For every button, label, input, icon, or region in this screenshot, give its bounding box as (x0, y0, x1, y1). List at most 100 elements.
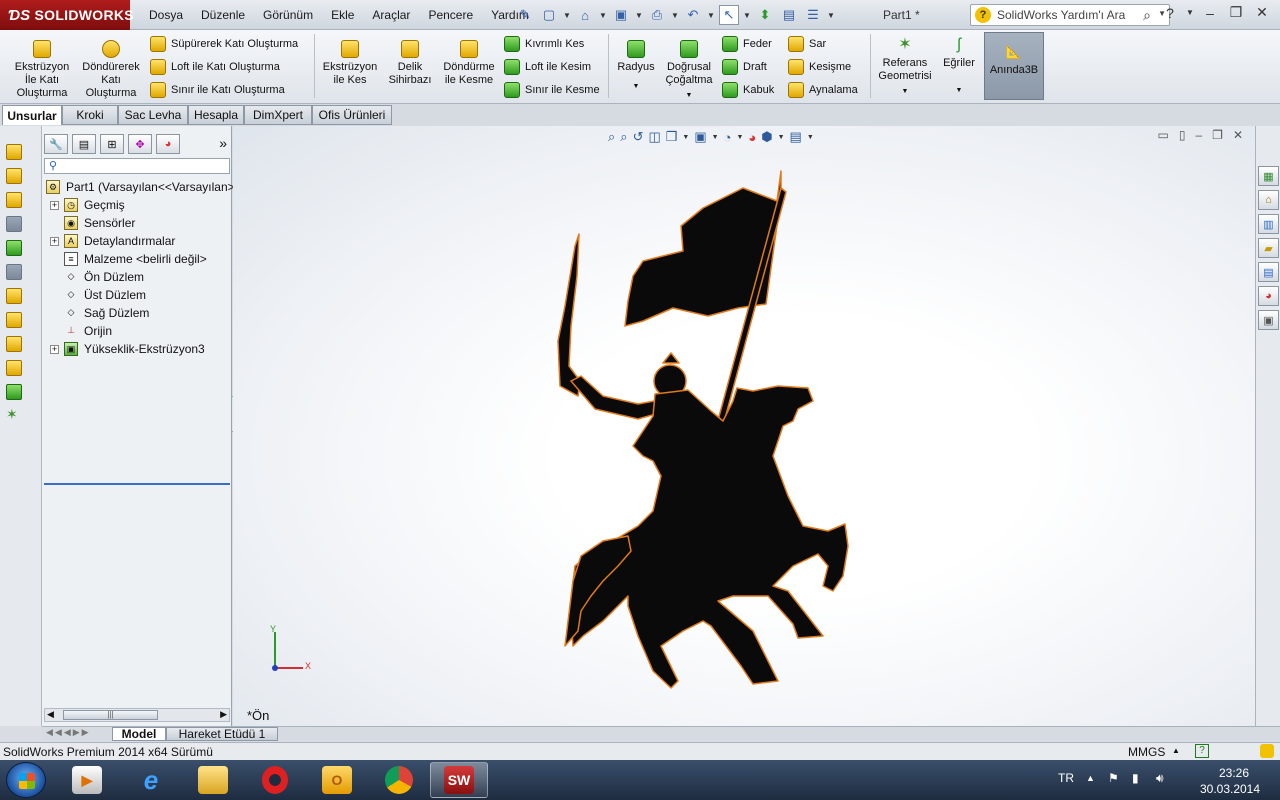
tab-dimxpert[interactable]: DimXpert (244, 105, 312, 125)
fillet-button[interactable]: Radyus ▼ (614, 40, 658, 93)
chevron-down-icon[interactable]: ▼ (563, 11, 571, 20)
scroll-right-icon[interactable]: ▶ (220, 709, 227, 720)
boundary-cut-button[interactable]: Sınır ile Kesme (504, 82, 600, 98)
search-icon[interactable]: ⌕ (1143, 7, 1151, 24)
tab-office-products[interactable]: Ofis Ürünleri (312, 105, 392, 125)
tree-item-right-plane[interactable]: ◇ Sağ Düzlem (44, 304, 230, 322)
hole-wizard-button[interactable]: Delik Sihirbazı (384, 40, 436, 87)
extrude-cut-icon[interactable] (6, 192, 22, 208)
tree-item-material[interactable]: ≡ Malzeme <belirli değil> (44, 250, 230, 268)
draft-icon[interactable] (6, 384, 22, 400)
sweep-boss-button[interactable]: Süpürerek Katı Oluşturma (150, 36, 298, 52)
tag-icon[interactable] (1260, 744, 1274, 758)
minimize-icon[interactable]: – (1200, 5, 1220, 21)
search-input[interactable]: SolidWorks Yardım'ı Ara (997, 8, 1125, 22)
tab-motion-study[interactable]: Hareket Etüdü 1 (166, 727, 278, 741)
appearances-icon[interactable]: ◕ (1258, 286, 1279, 306)
pin-icon[interactable]: ✎ (515, 5, 535, 25)
display-manager-tab-icon[interactable]: ◕ (156, 134, 180, 154)
graphics-area[interactable]: ⌕ ⌕ ↺ ◫ ❒▼ ▣▼ ◔▼ ◕ ⬢▼ ▤▼ ▭ ▯ – ❐ ✕ (233, 126, 1255, 726)
rollback-bar[interactable] (44, 483, 230, 485)
taskbar-outlook[interactable]: O (308, 762, 366, 798)
chevron-down-icon[interactable]: ▼ (707, 11, 715, 20)
rebuild-icon[interactable]: ⬍ (755, 5, 775, 25)
design-library-icon[interactable]: ▥ (1258, 214, 1279, 234)
configuration-manager-tab-icon[interactable]: ⊞ (100, 134, 124, 154)
loft-boss-button[interactable]: Loft ile Katı Oluşturma (150, 59, 280, 75)
options-icon[interactable]: ☰ (803, 5, 823, 25)
reference-geometry-button[interactable]: ✶ Referans Geometrisi ▼ (874, 36, 936, 98)
dimxpert-manager-tab-icon[interactable]: ✥ (128, 134, 152, 154)
solidworks-resources-icon[interactable]: ▦ (1258, 166, 1279, 186)
taskbar-opera[interactable] (246, 762, 304, 798)
chevron-down-icon[interactable]: ▼ (827, 11, 835, 20)
instant3d-button[interactable]: 📐 Anında3B (984, 32, 1044, 100)
taskbar-chrome[interactable] (370, 762, 428, 798)
file-explorer-icon[interactable]: ▰ (1258, 238, 1279, 258)
show-hidden-icons-icon[interactable]: ▲ (1086, 773, 1095, 783)
undo-icon[interactable]: ↶ (683, 5, 703, 25)
tree-item-origin[interactable]: ⊥ Orijin (44, 322, 230, 340)
menu-edit[interactable]: Düzenle (192, 8, 254, 22)
extrude-boss-icon[interactable] (6, 144, 22, 160)
new-document-icon[interactable]: ▢ (539, 5, 559, 25)
open-folder-icon[interactable]: ⌂ (575, 5, 595, 25)
shell-button[interactable]: Kabuk (722, 82, 774, 98)
scroll-left-icon[interactable]: ◀ (47, 709, 54, 720)
extrude-cut-button[interactable]: Ekstrüzyon ile Kes (318, 40, 382, 87)
action-center-icon[interactable]: ⚑ (1108, 771, 1119, 785)
tree-item-extrude3[interactable]: + ▣ Yükseklik-Ekstrüzyon3 (44, 340, 230, 358)
expand-icon[interactable]: + (50, 344, 59, 354)
property-manager-tab-icon[interactable]: ▤ (72, 134, 96, 154)
volume-icon[interactable]: 🔊︎ (1156, 771, 1164, 786)
tab-navigation-icons[interactable]: ◀◀◀▶▶ (46, 727, 91, 738)
menu-window[interactable]: Pencere (419, 8, 482, 22)
view-palette-icon[interactable]: ▤ (1258, 262, 1279, 282)
extrude-boss-button[interactable]: Ekstrüzyon İle Katı Oluşturma (8, 40, 76, 100)
print-icon[interactable]: ⎙ (647, 5, 667, 25)
tab-model[interactable]: Model (112, 727, 166, 741)
taskbar-solidworks[interactable]: SW (430, 762, 488, 798)
mirror-button[interactable]: Aynalama (788, 82, 858, 98)
swept-cut-button[interactable]: Kıvrımlı Kes (504, 36, 584, 52)
sketch-icon[interactable] (6, 168, 22, 184)
unit-system-selector[interactable]: MMGS (1128, 745, 1165, 759)
fillet-icon[interactable] (6, 240, 22, 256)
help-icon[interactable]: ? (1160, 5, 1180, 21)
chevron-down-icon[interactable]: ▼ (635, 11, 643, 20)
scroll-thumb[interactable]: ||| (63, 710, 158, 720)
menu-tools[interactable]: Araçlar (363, 8, 419, 22)
hole-wizard-icon[interactable] (6, 360, 22, 376)
shell-icon[interactable] (6, 336, 22, 352)
menu-insert[interactable]: Ekle (322, 8, 363, 22)
chevron-down-icon[interactable]: ▼ (940, 84, 978, 97)
tab-features[interactable]: Unsurlar (2, 105, 62, 125)
taskbar-media-player[interactable]: ▶ (58, 762, 116, 798)
file-properties-icon[interactable]: ▤ (779, 5, 799, 25)
tree-item-annotations[interactable]: + A Detaylandırmalar (44, 232, 230, 250)
tree-item-front-plane[interactable]: ◇ Ön Düzlem (44, 268, 230, 286)
home-icon[interactable]: ⌂ (1258, 190, 1279, 210)
menu-view[interactable]: Görünüm (254, 8, 322, 22)
tree-horizontal-scrollbar[interactable]: ◀ ||| ▶ (44, 708, 230, 722)
tree-filter-field[interactable]: ⚲ (44, 158, 230, 174)
expand-panel-icon[interactable]: » (219, 135, 227, 151)
chevron-down-icon[interactable]: ▼ (1186, 8, 1194, 17)
select-pointer-icon[interactable]: ↖ (719, 5, 739, 25)
revolve-cut-button[interactable]: Döndürme ile Kesme (438, 40, 500, 87)
network-icon[interactable]: ▮ (1132, 771, 1139, 785)
custom-properties-icon[interactable]: ▣ (1258, 310, 1279, 330)
tree-item-sensors[interactable]: ◉ Sensörler (44, 214, 230, 232)
taskbar-internet-explorer[interactable]: e (122, 762, 180, 798)
input-language[interactable]: TR (1058, 771, 1074, 785)
intersect-button[interactable]: Kesişme (788, 59, 851, 75)
linear-pattern-button[interactable]: Doğrusal Çoğaltma ▼ (662, 40, 716, 102)
boundary-boss-button[interactable]: Sınır ile Katı Oluşturma (150, 82, 285, 98)
chevron-up-icon[interactable]: ▲ (1172, 746, 1180, 755)
expand-icon[interactable]: + (50, 236, 59, 246)
tab-evaluate[interactable]: Hesapla (188, 105, 244, 125)
expand-icon[interactable]: + (50, 200, 59, 210)
curves-button[interactable]: ʃ Eğriler ▼ (940, 36, 978, 97)
save-icon[interactable]: ▣ (611, 5, 631, 25)
start-button[interactable] (6, 762, 46, 798)
